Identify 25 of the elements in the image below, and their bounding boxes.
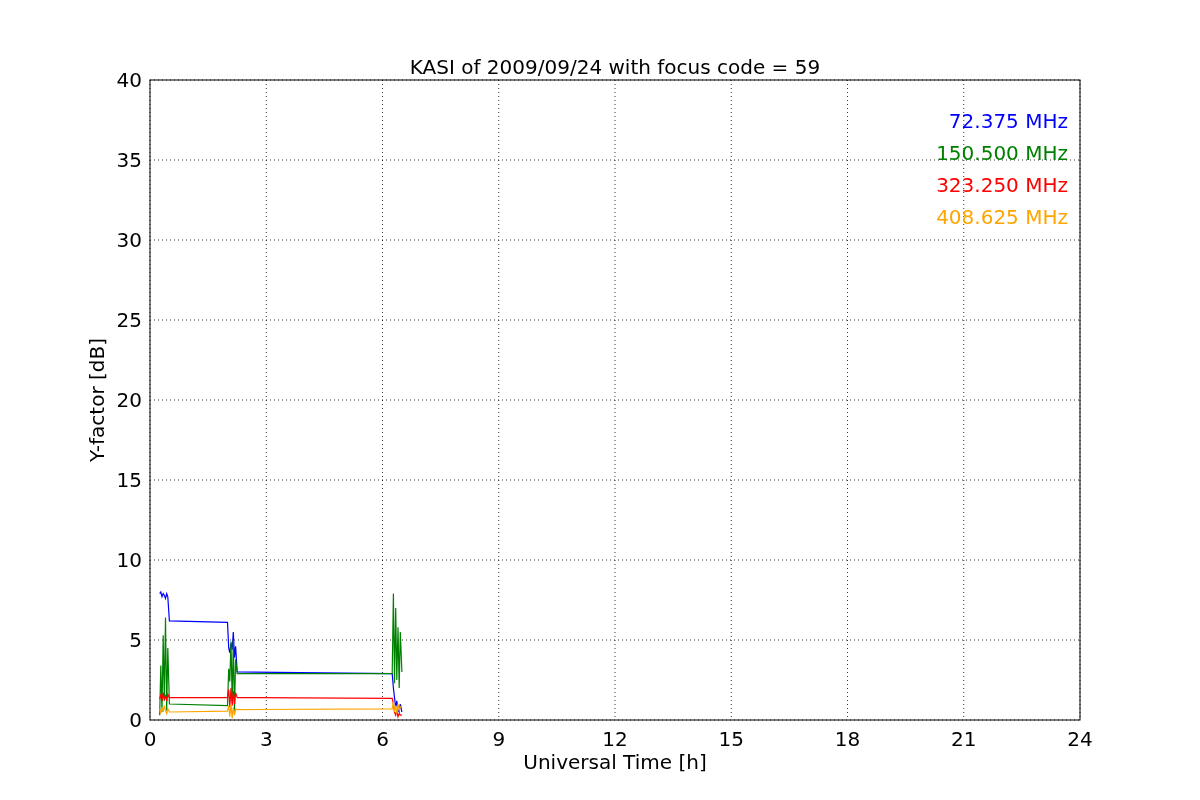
y-tick-label: 40	[116, 68, 142, 92]
y-tick-label: 5	[129, 628, 142, 652]
y-axis-label: Y-factor [dB]	[85, 338, 109, 462]
x-tick-label: 12	[602, 727, 628, 751]
x-tick-label: 21	[951, 727, 977, 751]
x-tick-label: 15	[718, 727, 744, 751]
legend-label: 323.250 MHz	[936, 173, 1068, 197]
legend-label: 408.625 MHz	[936, 205, 1068, 229]
y-tick-label: 30	[116, 228, 142, 252]
y-tick-label: 15	[116, 468, 142, 492]
x-tick-label: 6	[376, 727, 389, 751]
y-tick-label: 10	[116, 548, 142, 572]
y-tick-label: 25	[116, 308, 142, 332]
y-tick-label: 35	[116, 148, 142, 172]
x-tick-label: 0	[143, 727, 157, 751]
legend-label: 150.500 MHz	[936, 141, 1068, 165]
chart-title: KASI of 2009/09/24 with focus code = 59	[409, 55, 821, 79]
legend-label: 72.375 MHz	[948, 109, 1068, 133]
y-tick-label: 0	[129, 708, 142, 732]
x-tick-label: 9	[492, 727, 506, 751]
x-axis-label: Universal Time [h]	[523, 750, 707, 774]
y-tick-label: 20	[116, 388, 142, 412]
x-tick-label: 18	[834, 727, 861, 751]
x-tick-label: 3	[259, 727, 273, 751]
x-tick-label: 24	[1067, 727, 1093, 751]
